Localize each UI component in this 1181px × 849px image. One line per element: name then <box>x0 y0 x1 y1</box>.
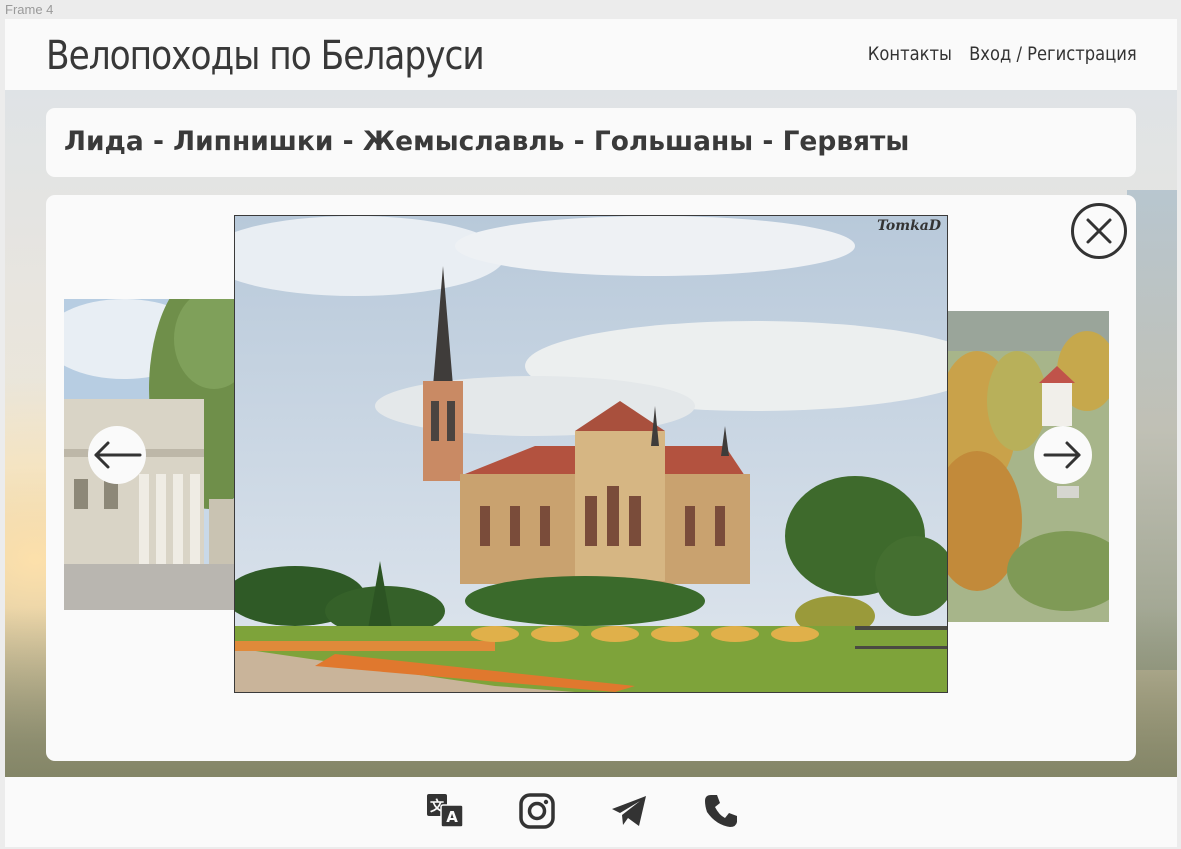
photo-watermark: TomkaD <box>877 218 941 234</box>
nav-link-contacts[interactable]: Контакты <box>868 43 952 65</box>
prev-photo-button[interactable] <box>88 426 146 484</box>
site-title[interactable]: Велопоходы по Беларуси <box>46 33 485 79</box>
arrow-right-icon <box>1043 441 1081 469</box>
nav-link-login-register[interactable]: Вход / Регистрация <box>969 43 1137 65</box>
top-nav: Контакты Вход / Регистрация <box>868 43 1137 65</box>
translate-icon[interactable]: 文 A <box>425 791 465 831</box>
telegram-icon[interactable] <box>609 791 649 831</box>
page-frame: Велопоходы по Беларуси Контакты Вход / Р… <box>5 19 1177 847</box>
arrow-left-icon <box>94 441 142 469</box>
footer: 文 A <box>5 777 1177 847</box>
frame-label: Frame 4 <box>5 2 54 17</box>
svg-text:A: A <box>446 808 458 826</box>
main-photo[interactable]: TomkaD <box>234 215 948 693</box>
footer-icons: 文 A <box>425 791 741 831</box>
header: Велопоходы по Беларуси Контакты Вход / Р… <box>5 19 1177 91</box>
route-title-box: Лида - Липнишки - Жемыславль - Гольшаны … <box>46 108 1136 177</box>
close-gallery-button[interactable] <box>1071 203 1127 259</box>
phone-icon[interactable] <box>701 791 741 831</box>
instagram-icon[interactable] <box>517 791 557 831</box>
close-icon <box>1086 218 1112 244</box>
photo-gallery: TomkaD <box>46 195 1136 761</box>
church-photo <box>235 216 947 692</box>
next-photo-button[interactable] <box>1034 426 1092 484</box>
route-title: Лида - Липнишки - Жемыславль - Гольшаны … <box>64 126 910 157</box>
